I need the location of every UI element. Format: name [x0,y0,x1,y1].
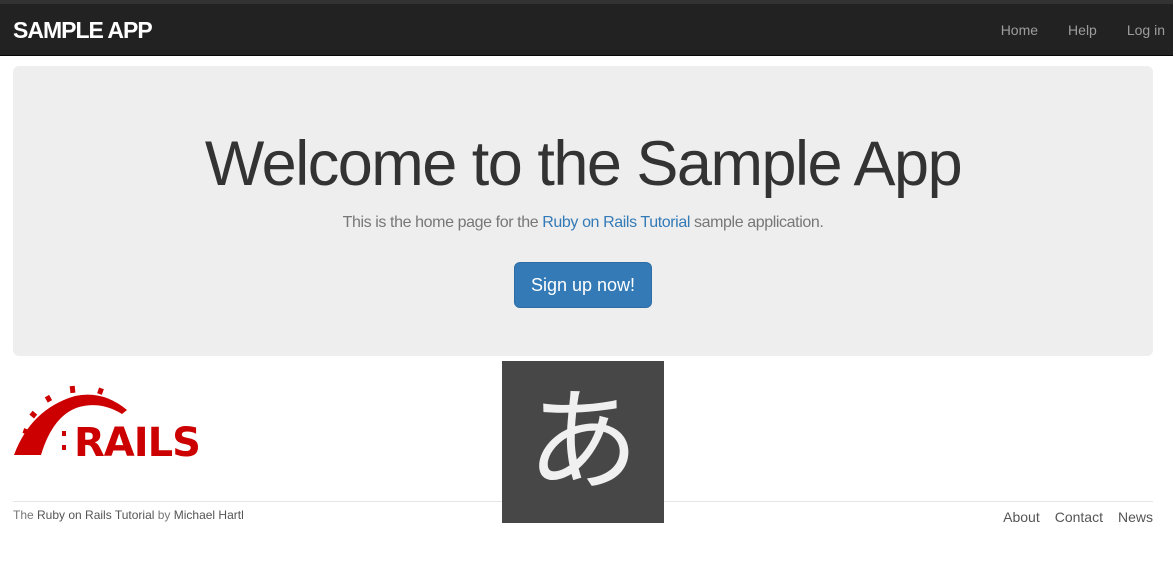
ime-mode-indicator: あ [502,361,664,523]
jumbotron: Welcome to the Sample App This is the ho… [13,66,1153,356]
footer-by: by [154,508,174,522]
intro-text-after: sample application. [689,214,824,231]
footer-contact-link[interactable]: Contact [1055,509,1103,525]
footer-tutorial-link[interactable]: Ruby on Rails Tutorial [37,508,154,522]
footer-about-link[interactable]: About [1003,509,1040,525]
brand-logo-link[interactable]: SAMPLE APP [13,17,153,43]
rails-logo-text: RAILS [74,420,200,459]
rails-logo-icon: RAILS [14,385,201,466]
intro-text: This is the home page for the Ruby on Ra… [13,213,1153,233]
tutorial-link[interactable]: Ruby on Rails Tutorial [542,214,690,231]
rails-logo-link[interactable]: RAILS [13,383,215,466]
nav-help-link[interactable]: Help [1053,4,1112,56]
page-title: Welcome to the Sample App [204,129,963,199]
nav-login-link[interactable]: Log in [1112,4,1173,56]
footer-credit: The Ruby on Rails Tutorial by Michael Ha… [13,508,244,522]
footer-prefix: The [13,508,38,522]
intro-text-before: This is the home page for the [342,214,543,231]
nav-home-link[interactable]: Home [986,4,1053,56]
signup-button[interactable]: Sign up now! [514,262,652,308]
footer-news-link[interactable]: News [1118,509,1153,525]
footer-author-link[interactable]: Michael Hartl [174,508,244,522]
main-nav: Home Help Log in [986,4,1173,56]
footer-nav: About Contact News [988,509,1153,525]
top-navbar: SAMPLE APP Home Help Log in [0,0,1173,56]
